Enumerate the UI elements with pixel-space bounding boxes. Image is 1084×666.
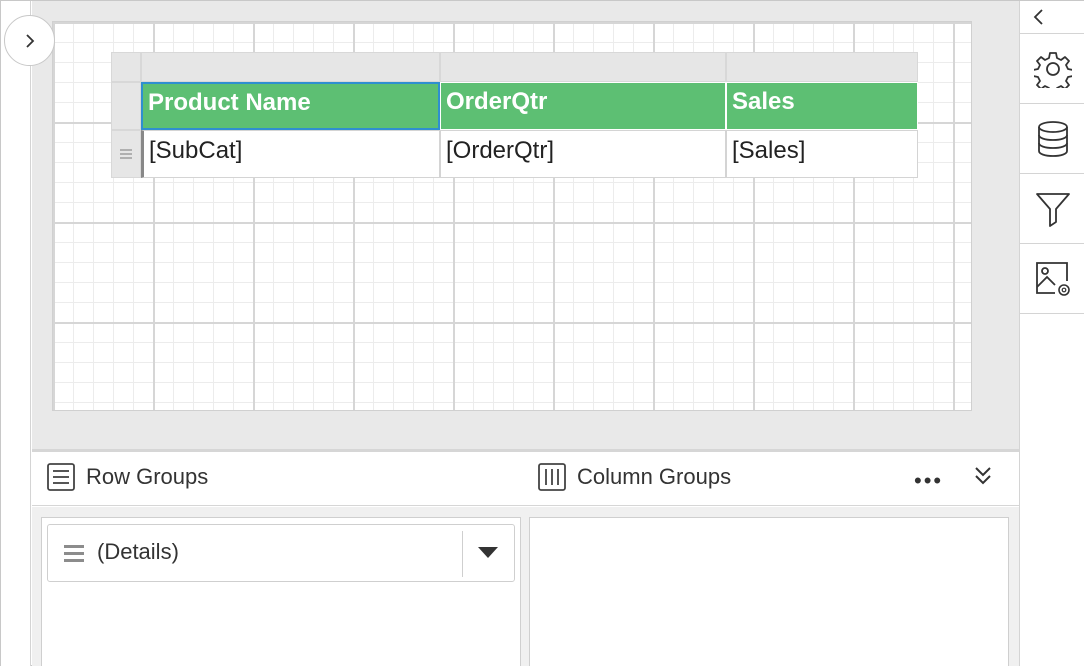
filter-icon	[1035, 192, 1070, 227]
gear-icon	[1033, 51, 1072, 88]
left-panel-strip	[1, 1, 31, 666]
column-groups-header: Column Groups	[537, 462, 731, 492]
column-groups-list	[529, 517, 1009, 666]
row-group-item-label: (Details)	[97, 539, 179, 564]
columns-icon	[538, 463, 566, 491]
tablix[interactable]: Product Name OrderQtr Sales [SubCat] [Or…	[111, 52, 919, 178]
image-settings-button[interactable]	[1020, 244, 1084, 314]
detail-cell-orderqtr[interactable]: [OrderQtr]	[440, 130, 726, 178]
header-cell-product-name[interactable]: Product Name	[141, 82, 440, 130]
collapse-groups-button[interactable]	[972, 464, 994, 493]
grouping-panel: Row Groups Column Groups ••• (Details)	[32, 449, 1019, 666]
column-handle-1[interactable]	[141, 52, 440, 82]
row-groups-label: Row Groups	[86, 464, 209, 489]
divider	[462, 531, 463, 577]
table-corner-handle[interactable]	[111, 52, 141, 82]
detail-cell-sales[interactable]: [Sales]	[726, 130, 918, 178]
filter-button[interactable]	[1020, 174, 1084, 244]
header-cell-orderqtr[interactable]: OrderQtr	[440, 82, 726, 130]
right-toolbar	[1019, 1, 1084, 666]
row-groups-header: Row Groups	[46, 462, 208, 492]
more-options-button[interactable]: •••	[914, 468, 943, 494]
column-groups-label: Column Groups	[577, 464, 732, 489]
row-group-item-details[interactable]: (Details)	[47, 524, 515, 582]
column-handle-3[interactable]	[726, 52, 918, 82]
expand-panel-button[interactable]	[4, 15, 55, 66]
chevron-right-icon	[25, 33, 34, 48]
row-handle-details[interactable]	[111, 130, 141, 178]
double-chevron-down-icon	[975, 467, 991, 485]
grouping-body: (Details)	[32, 507, 1019, 666]
column-handle-2[interactable]	[440, 52, 726, 82]
database-icon	[1037, 120, 1068, 157]
grouping-header: Row Groups Column Groups •••	[32, 452, 1019, 506]
grip-icon	[120, 149, 132, 159]
report-designer: Product Name OrderQtr Sales [SubCat] [Or…	[0, 0, 1084, 666]
image-settings-icon	[1035, 261, 1070, 296]
grip-icon	[64, 545, 84, 562]
detail-cell-subcat[interactable]: [SubCat]	[141, 130, 440, 178]
row-handle-header[interactable]	[111, 82, 141, 130]
row-groups-list: (Details)	[41, 517, 521, 666]
chevron-left-icon	[1033, 9, 1043, 25]
data-sources-button[interactable]	[1020, 104, 1084, 174]
list-icon	[47, 463, 75, 491]
collapse-properties-button[interactable]	[1020, 1, 1084, 34]
properties-button[interactable]	[1020, 34, 1084, 104]
design-surface: Product Name OrderQtr Sales [SubCat] [Or…	[32, 1, 1019, 449]
caret-down-icon[interactable]	[478, 547, 498, 559]
header-cell-sales[interactable]: Sales	[726, 82, 918, 130]
